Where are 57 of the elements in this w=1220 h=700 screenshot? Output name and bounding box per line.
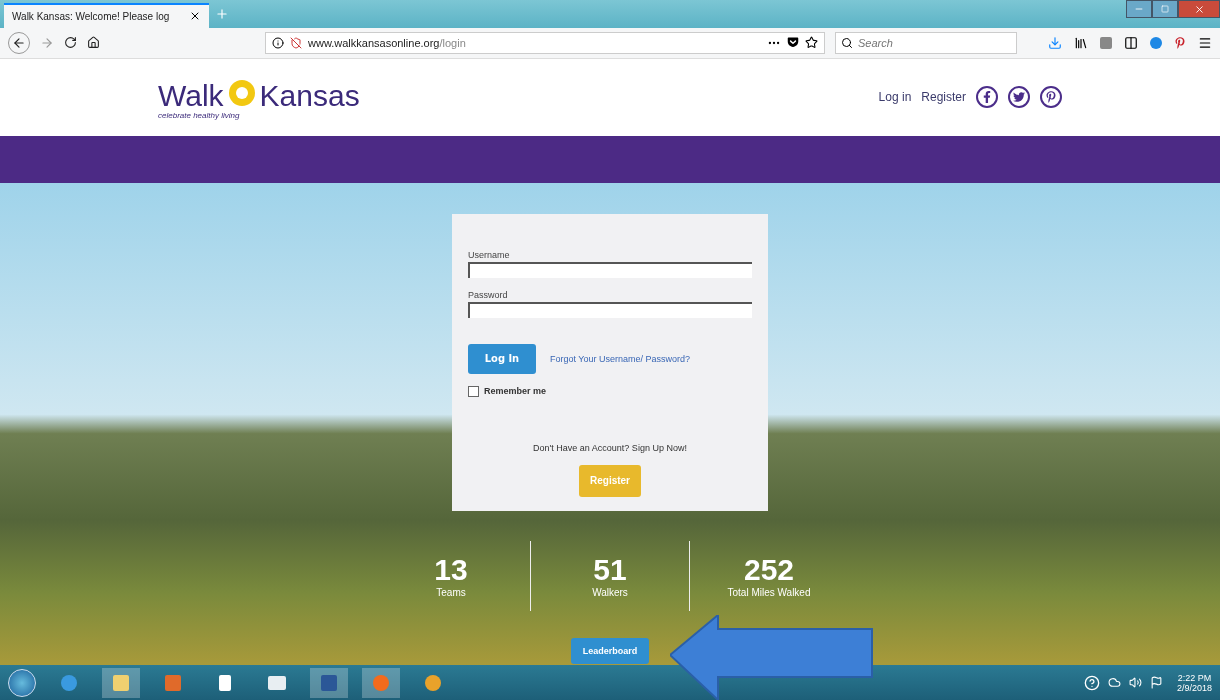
bookmark-star-icon[interactable] [805, 35, 818, 49]
volume-icon[interactable] [1128, 676, 1142, 690]
taskbar-app[interactable] [102, 667, 140, 698]
password-field[interactable] [468, 301, 752, 318]
document-icon [219, 674, 231, 691]
download-icon[interactable] [1048, 35, 1062, 50]
search-field[interactable]: Search [835, 31, 1017, 54]
menu-icon[interactable] [1198, 35, 1212, 50]
stat-value: 252 [743, 553, 795, 588]
url-text: www.walkkansasonline.org/login [308, 36, 466, 49]
home-icon[interactable] [87, 36, 100, 50]
window-icon [268, 675, 286, 690]
browser-tab[interactable]: Walk Kansas: Welcome! Please log [4, 2, 209, 28]
start-button[interactable] [8, 668, 36, 697]
logo-tagline: celebrate healthy living [158, 110, 241, 120]
stat-label: Total Miles Walked [727, 587, 811, 599]
sidebar-icon[interactable] [1124, 35, 1138, 50]
stat-label: Teams [436, 587, 466, 599]
minimize-button[interactable] [1126, 0, 1152, 18]
logo-text: Kansas [259, 80, 360, 111]
search-icon [841, 36, 853, 49]
close-icon [1193, 3, 1205, 15]
taskbar-clock[interactable]: 2:22 PM 2/9/2018 [1176, 672, 1212, 693]
pocket-icon[interactable] [787, 35, 799, 48]
site-logo[interactable]: Walk Kansas celebrate healthy living [158, 74, 360, 120]
field-label: Username [468, 249, 511, 260]
nav-link[interactable]: Register [921, 90, 966, 105]
nav-link[interactable]: Log in [878, 90, 912, 105]
stat-value: 13 [434, 553, 468, 588]
insecure-icon [290, 36, 302, 49]
reload-icon[interactable] [64, 36, 77, 50]
library-icon[interactable] [1074, 35, 1088, 50]
flag-icon[interactable] [1149, 676, 1163, 690]
signup-prompt: Don't Have an Account? Sign Up Now! [532, 442, 688, 453]
twitter-icon[interactable] [1008, 86, 1030, 109]
stat-value: 51 [593, 553, 627, 588]
tab-title: Walk Kansas: Welcome! Please log [12, 10, 171, 22]
stat-label: Walkers [592, 587, 628, 599]
cloud-icon[interactable] [1107, 676, 1121, 690]
remember-checkbox[interactable] [468, 385, 479, 397]
clock-date: 2/9/2018 [1176, 682, 1212, 693]
forgot-password-link[interactable]: Forgot Your Username/ Password? [550, 353, 691, 364]
maximize-button[interactable] [1152, 0, 1178, 18]
maximize-icon [1161, 5, 1169, 13]
pinterest-icon[interactable] [1040, 86, 1062, 109]
clock-time: 2:22 PM [1177, 672, 1212, 683]
facebook-icon[interactable] [976, 86, 998, 109]
address-bar[interactable]: www.walkkansasonline.org/login [265, 31, 825, 54]
checkbox-label: Remember me [484, 386, 547, 397]
login-button[interactable]: Log In [468, 343, 536, 374]
logo-text: Walk [158, 80, 224, 111]
info-icon [272, 36, 284, 49]
pin-icon[interactable] [1174, 36, 1186, 49]
username-field[interactable] [468, 261, 752, 278]
help-icon[interactable] [1083, 674, 1100, 691]
field-label: Password [468, 289, 509, 300]
leaderboard-button[interactable]: Leaderboard [571, 637, 649, 664]
